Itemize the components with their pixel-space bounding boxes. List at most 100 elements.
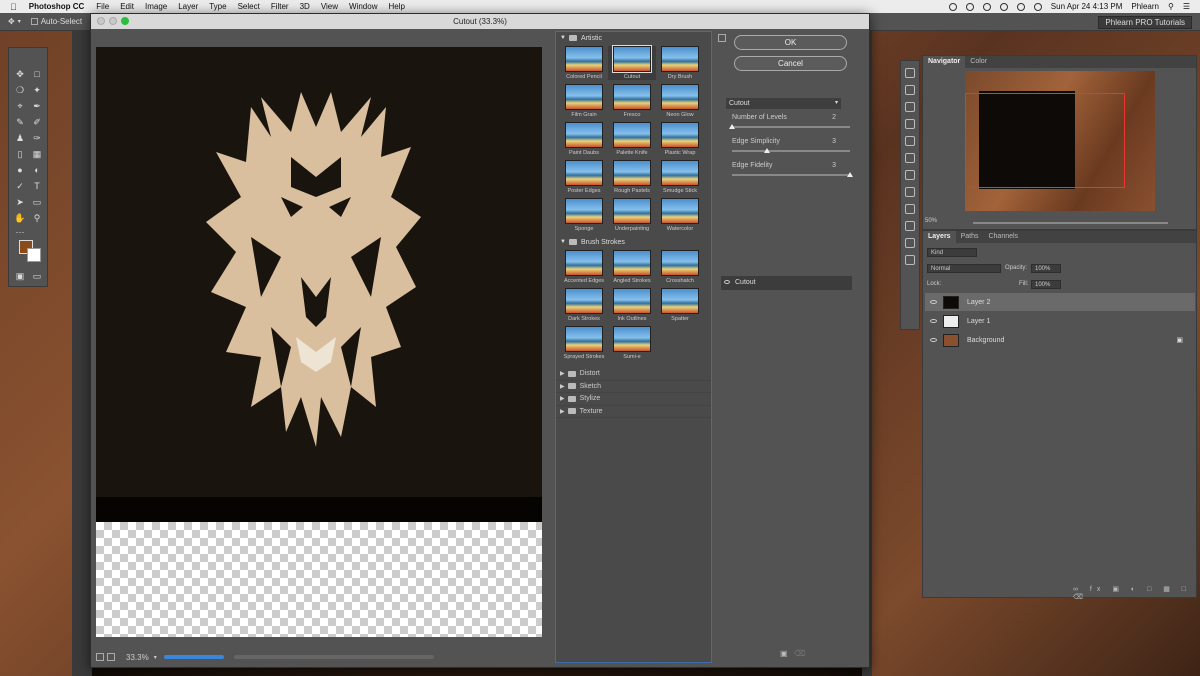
new-effect-layer-icon[interactable]: ▣ <box>780 649 788 658</box>
filter-thumb-ink-outlines[interactable]: Ink Outlines <box>608 288 656 322</box>
folder-artistic[interactable]: ▼ Artistic <box>556 32 711 44</box>
filter-thumb-poster-edges[interactable]: Poster Edges <box>560 160 608 194</box>
filter-thumb-sponge[interactable]: Sponge <box>560 198 608 232</box>
wifi-icon[interactable] <box>1016 2 1025 11</box>
navigator-zoom-slider[interactable] <box>973 222 1168 224</box>
magic-wand-icon[interactable]: ✦ <box>31 84 43 96</box>
param-slider[interactable] <box>732 126 850 128</box>
brush-presets-icon[interactable] <box>905 119 915 129</box>
filter-preview[interactable] <box>96 47 542 637</box>
histogram-icon[interactable] <box>905 68 915 78</box>
filter-select[interactable]: Cutout ▾ <box>726 98 841 109</box>
record-icon[interactable] <box>948 2 957 11</box>
param-value[interactable]: 3 <box>832 138 836 145</box>
filter-thumb-spatter[interactable]: Spatter <box>656 288 704 322</box>
spotlight-icon[interactable]: ⚲ <box>1168 2 1174 11</box>
marquee-tool-icon[interactable]: □ <box>31 68 43 80</box>
paragraph-icon[interactable] <box>905 170 915 180</box>
menu-edit[interactable]: Edit <box>120 2 134 11</box>
eraser-tool-icon[interactable]: ▯ <box>14 148 26 160</box>
folder-brush-strokes[interactable]: ▼ Brush Strokes <box>556 236 711 248</box>
menu-help[interactable]: Help <box>388 2 404 11</box>
screen-mode-icon[interactable]: ▭ <box>31 270 43 282</box>
effect-layer-row[interactable]: Cutout <box>721 276 852 290</box>
delete-effect-layer-icon[interactable]: ⌫ <box>794 649 805 658</box>
eyedropper-icon[interactable]: ✒ <box>31 100 43 112</box>
filter-thumb-film-grain[interactable]: Film Grain <box>560 84 608 118</box>
background-color-swatch[interactable] <box>27 248 41 262</box>
kind-filter[interactable]: Kind <box>927 248 977 257</box>
folder-sketch[interactable]: ▶ Sketch <box>556 381 711 393</box>
move-tool-icon[interactable]: ✥ <box>14 68 26 80</box>
param-value[interactable]: 3 <box>832 162 836 169</box>
actions-icon[interactable] <box>905 255 915 265</box>
auto-select-checkbox[interactable] <box>30 18 38 25</box>
gradient-tool-icon[interactable]: ▦ <box>31 148 43 160</box>
lasso-tool-icon[interactable]: ❍ <box>14 84 26 96</box>
properties-icon[interactable] <box>905 221 915 231</box>
shape-tool-icon[interactable]: ▭ <box>31 196 43 208</box>
menu-layer[interactable]: Layer <box>178 2 198 11</box>
folder-distort[interactable]: ▶ Distort <box>556 368 711 381</box>
slider-knob[interactable] <box>847 172 853 177</box>
history-brush-icon[interactable]: ✑ <box>31 132 43 144</box>
apple-icon[interactable]:  <box>10 2 17 12</box>
menu-file[interactable]: File <box>96 2 109 11</box>
folder-stylize[interactable]: ▶ Stylize <box>556 393 711 406</box>
eye-icon[interactable] <box>930 300 937 304</box>
menu-extra-icon[interactable] <box>982 2 991 11</box>
menu-window[interactable]: Window <box>349 2 377 11</box>
filter-thumb-sumi-e[interactable]: Sumi-e <box>608 326 656 360</box>
type-tool-icon[interactable]: T <box>31 180 43 192</box>
tab-layers[interactable]: Layers <box>923 231 956 243</box>
quick-mask-icon[interactable]: ▣ <box>14 270 26 282</box>
zoom-out-button[interactable] <box>96 653 104 661</box>
menu-filter[interactable]: Filter <box>271 2 289 11</box>
filter-thumb-neon-glow[interactable]: Neon Glow <box>656 84 704 118</box>
crop-tool-icon[interactable]: ⌖ <box>14 100 26 112</box>
list-icon[interactable]: ☰ <box>1183 2 1190 11</box>
app-name[interactable]: Photoshop CC <box>29 2 85 11</box>
layer-row[interactable]: Background ▣ <box>925 331 1195 349</box>
zoom-button[interactable] <box>121 17 129 25</box>
move-tool-icon[interactable]: ✥ <box>8 17 15 26</box>
clone-source-icon[interactable] <box>905 136 915 146</box>
opacity-field[interactable]: 100% <box>1031 264 1061 273</box>
layer-row[interactable]: Layer 1 <box>925 312 1195 330</box>
brush-tool-icon[interactable]: ✐ <box>31 116 43 128</box>
styles-icon[interactable] <box>905 238 915 248</box>
filter-thumb-palette-knife[interactable]: Palette Knife <box>608 122 656 156</box>
ok-button[interactable]: OK <box>734 35 847 50</box>
tab-channels[interactable]: Channels <box>983 231 1023 243</box>
zoom-level[interactable]: 33.3% <box>126 653 149 662</box>
zoom-in-button[interactable] <box>107 653 115 661</box>
blend-mode-select[interactable]: Normal <box>927 264 1001 273</box>
stamp-tool-icon[interactable]: ♟ <box>14 132 26 144</box>
filter-thumb-fresco[interactable]: Fresco <box>608 84 656 118</box>
slider-knob[interactable] <box>764 148 771 153</box>
menu-extra-icon[interactable] <box>999 2 1008 11</box>
menu-select[interactable]: Select <box>238 2 260 11</box>
filter-thumb-cutout[interactable]: Cutout <box>608 45 656 80</box>
path-selection-icon[interactable]: ➤ <box>14 196 26 208</box>
filter-thumb-sprayed-strokes[interactable]: Sprayed Strokes <box>560 326 608 360</box>
tab-navigator[interactable]: Navigator <box>923 56 966 68</box>
character-icon[interactable] <box>905 153 915 163</box>
eye-icon[interactable] <box>930 319 937 323</box>
filter-thumb-dark-strokes[interactable]: Dark Strokes <box>560 288 608 322</box>
dodge-tool-icon[interactable]: ◐ <box>31 164 43 176</box>
filter-thumb-plastic-wrap[interactable]: Plastic Wrap <box>656 122 704 156</box>
filter-thumb-colored-pencil[interactable]: Colored Pencil <box>560 46 608 80</box>
menu-extra-icon[interactable] <box>965 2 974 11</box>
folder-texture[interactable]: ▶ Texture <box>556 406 711 418</box>
filter-thumb-paint-daubs[interactable]: Paint Daubs <box>560 122 608 156</box>
slider-knob[interactable] <box>729 124 735 129</box>
param-slider[interactable] <box>732 174 850 176</box>
layer-row[interactable]: Layer 2 <box>925 293 1195 311</box>
pen-tool-icon[interactable]: ✓ <box>14 180 26 192</box>
user-name[interactable]: Phlearn <box>1131 2 1159 11</box>
workspace-switcher[interactable]: Phlearn PRO Tutorials <box>1098 16 1192 29</box>
notes-icon[interactable] <box>905 187 915 197</box>
adjustments-icon[interactable] <box>905 102 915 112</box>
filter-thumb-dry-brush[interactable]: Dry Brush <box>656 46 704 80</box>
